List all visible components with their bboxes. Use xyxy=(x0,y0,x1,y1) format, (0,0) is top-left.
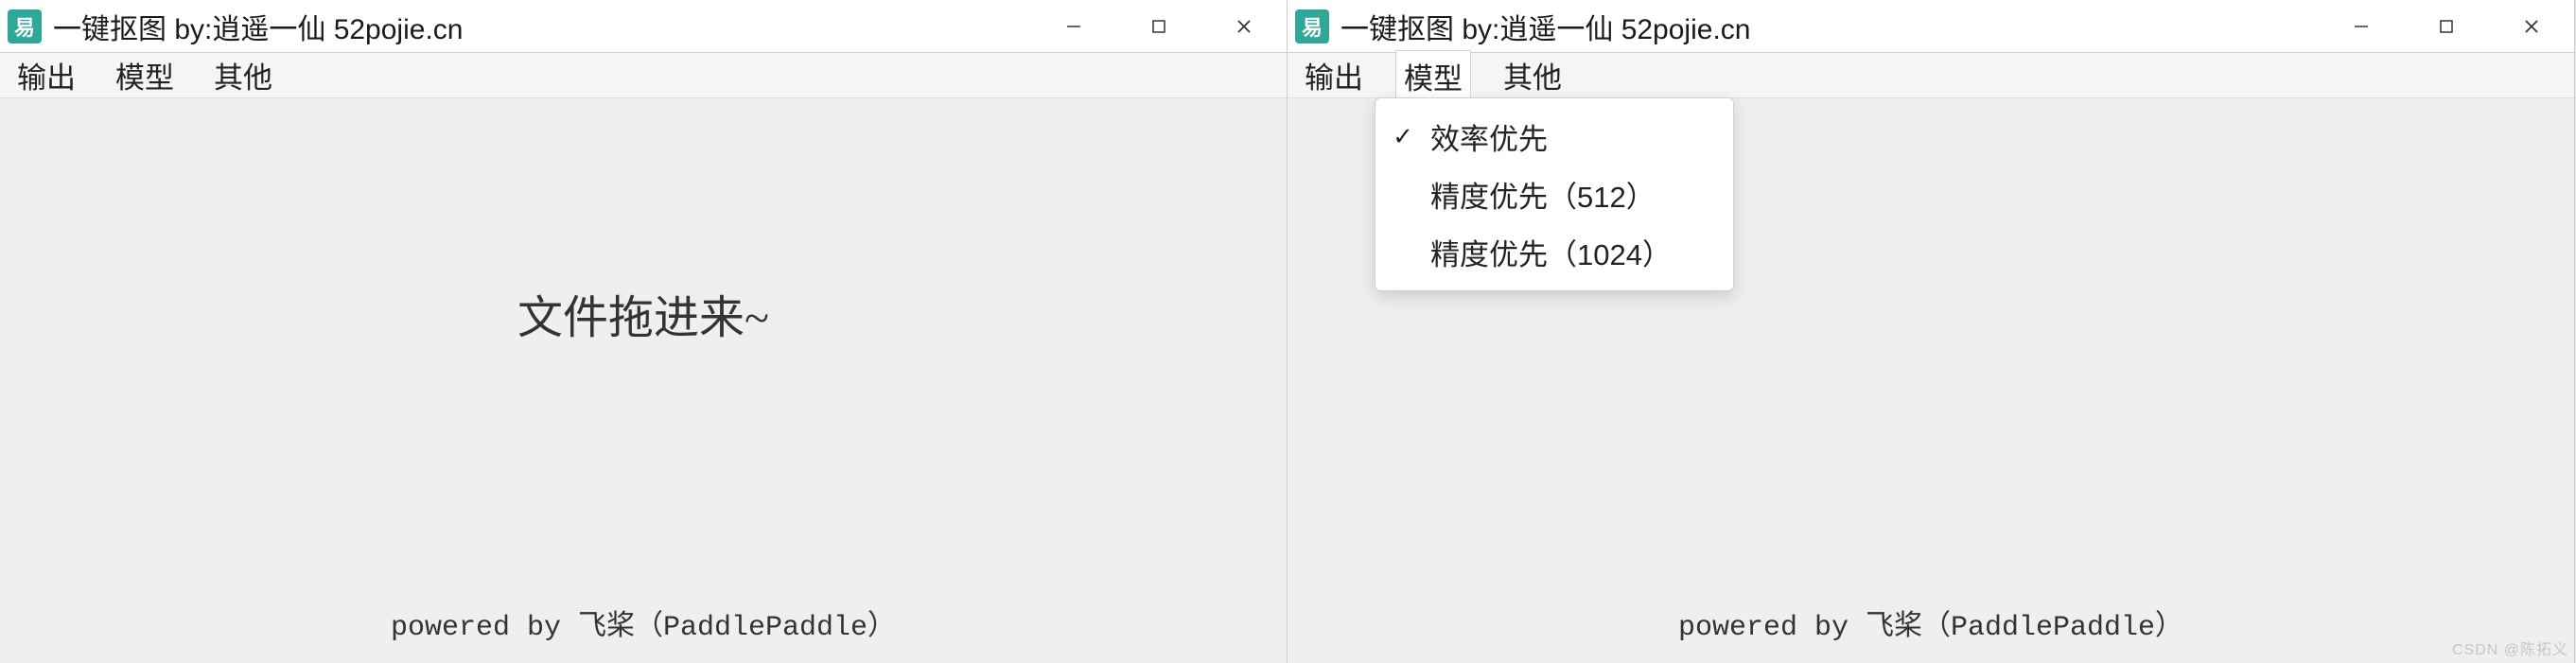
titlebar[interactable]: 易 一键抠图 by:逍遥一仙 52pojie.cn xyxy=(0,0,1287,53)
menu-output[interactable]: 输出 xyxy=(1297,50,1371,100)
window-controls xyxy=(1031,0,1287,52)
menubar: 输出 模型 其他 xyxy=(0,53,1287,98)
menu-model[interactable]: 模型 xyxy=(108,50,182,100)
dropdown-item-precision-1024[interactable]: 精度优先（1024） xyxy=(1376,223,1733,281)
maximize-button[interactable] xyxy=(2404,0,2489,52)
app-icon: 易 xyxy=(8,9,42,44)
maximize-button[interactable] xyxy=(1116,0,1201,52)
menu-output[interactable]: 输出 xyxy=(9,50,83,100)
menubar: 输出 模型 其他 ✓ 效率优先 精度优先（512） 精度优先（1024） xyxy=(1288,53,2574,98)
menu-other[interactable]: 其他 xyxy=(206,50,280,100)
close-button[interactable] xyxy=(2489,0,2574,52)
window-controls xyxy=(2319,0,2574,52)
drop-area[interactable]: 文件拖进来~ powered by 飞桨（PaddlePaddle） xyxy=(0,98,1287,663)
check-icon: ✓ xyxy=(1389,122,1417,151)
dropdown-item-label: 精度优先（512） xyxy=(1430,173,1656,216)
window-title: 一键抠图 by:逍遥一仙 52pojie.cn xyxy=(53,6,1031,47)
model-dropdown: ✓ 效率优先 精度优先（512） 精度优先（1024） xyxy=(1375,97,1734,291)
app-window-right: 易 一键抠图 by:逍遥一仙 52pojie.cn 输出 模型 其他 ✓ 效率优… xyxy=(1288,0,2575,663)
window-title: 一键抠图 by:逍遥一仙 52pojie.cn xyxy=(1341,6,2319,47)
menu-other[interactable]: 其他 xyxy=(1496,50,1569,100)
dropdown-item-label: 精度优先（1024） xyxy=(1430,231,1672,273)
titlebar[interactable]: 易 一键抠图 by:逍遥一仙 52pojie.cn xyxy=(1288,0,2574,53)
menu-model[interactable]: 模型 xyxy=(1395,50,1471,101)
minimize-button[interactable] xyxy=(2319,0,2404,52)
watermark-text: CSDN @陈拓义 xyxy=(2452,637,2568,659)
minimize-button[interactable] xyxy=(1031,0,1116,52)
dropdown-item-label: 效率优先 xyxy=(1430,115,1548,158)
drop-hint-text: 文件拖进来~ xyxy=(517,280,769,346)
app-window-left: 易 一键抠图 by:逍遥一仙 52pojie.cn 输出 模型 其他 文件拖进来… xyxy=(0,0,1288,663)
dropdown-item-efficiency[interactable]: ✓ 效率优先 xyxy=(1376,108,1733,166)
dropdown-item-precision-512[interactable]: 精度优先（512） xyxy=(1376,166,1733,223)
footer-text: powered by 飞桨（PaddlePaddle） xyxy=(1288,602,2574,644)
app-icon: 易 xyxy=(1295,9,1329,44)
close-button[interactable] xyxy=(1201,0,1287,52)
footer-text: powered by 飞桨（PaddlePaddle） xyxy=(0,602,1287,644)
